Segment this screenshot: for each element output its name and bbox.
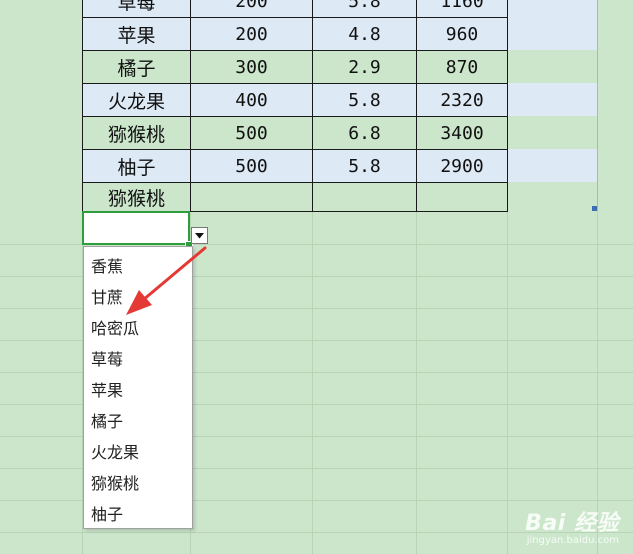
baidu-jingyan-watermark: Bai 经验 jingyan.baidu.com [525,505,619,546]
annotation-arrow-icon [126,246,207,315]
watermark-url: jingyan.baidu.com [526,535,619,546]
watermark-brand: Bai 经验 [525,511,619,536]
